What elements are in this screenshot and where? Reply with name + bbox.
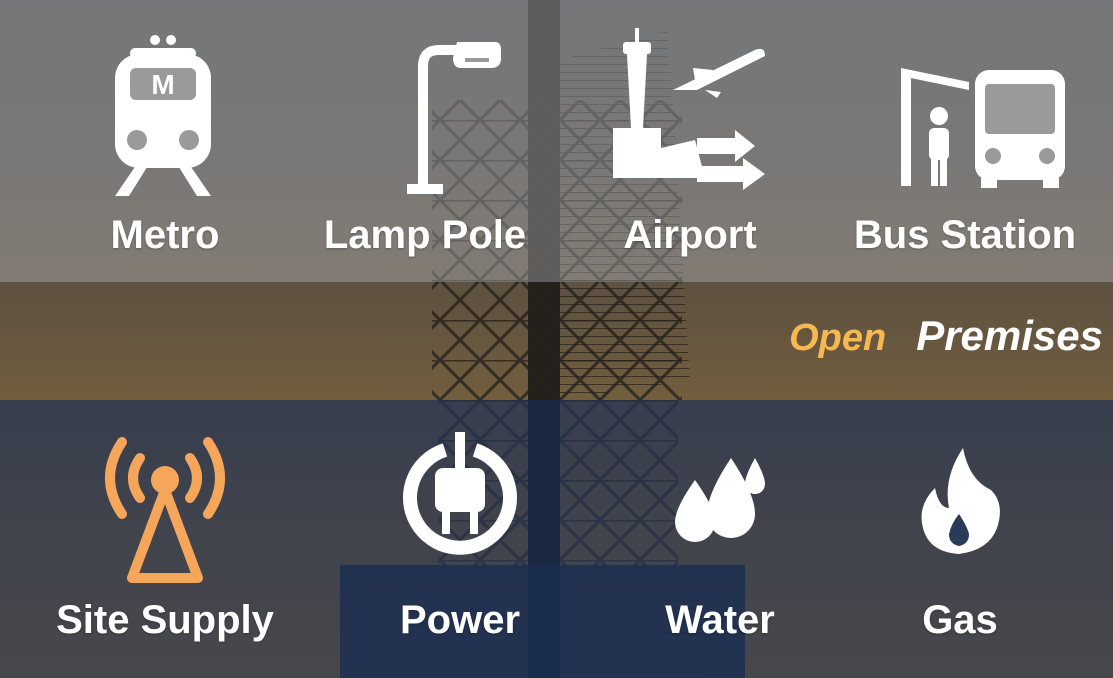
lamp-pole-label: Lamp Pole bbox=[323, 213, 527, 257]
bus-station-tile[interactable]: Bus Station bbox=[840, 28, 1090, 257]
power-tile[interactable]: Power bbox=[370, 428, 550, 642]
water-tile[interactable]: Water bbox=[640, 428, 800, 642]
lamp-pole-tile[interactable]: Lamp Pole bbox=[310, 28, 540, 257]
tagline-open: Open bbox=[789, 317, 887, 359]
bus-station-icon bbox=[901, 68, 1065, 188]
site-supply-label: Site Supply bbox=[56, 598, 274, 642]
power-label: Power bbox=[399, 598, 521, 642]
gas-tile[interactable]: Gas bbox=[890, 428, 1030, 642]
tagline-premises: Premises bbox=[916, 312, 1103, 359]
bus-station-label: Bus Station bbox=[853, 213, 1077, 257]
open-premises-tagline: Open Premises bbox=[789, 312, 1103, 360]
metro-train-icon: M bbox=[115, 35, 211, 196]
gas-label: Gas bbox=[922, 598, 998, 642]
power-plug-icon bbox=[403, 432, 517, 555]
metro-tile[interactable]: M Metro bbox=[80, 28, 250, 257]
airport-icon bbox=[613, 28, 765, 190]
site-supply-tile[interactable]: Site Supply bbox=[40, 428, 290, 642]
water-label: Water bbox=[665, 598, 775, 642]
airport-label: Airport bbox=[623, 213, 757, 257]
airport-tile[interactable]: Airport bbox=[590, 28, 790, 257]
water-drops-icon bbox=[675, 458, 765, 542]
metro-label: Metro bbox=[110, 213, 220, 257]
antenna-tower-icon bbox=[105, 437, 225, 583]
lamp-pole-icon bbox=[407, 42, 501, 194]
flame-icon bbox=[921, 448, 1000, 554]
svg-text:M: M bbox=[151, 69, 174, 100]
